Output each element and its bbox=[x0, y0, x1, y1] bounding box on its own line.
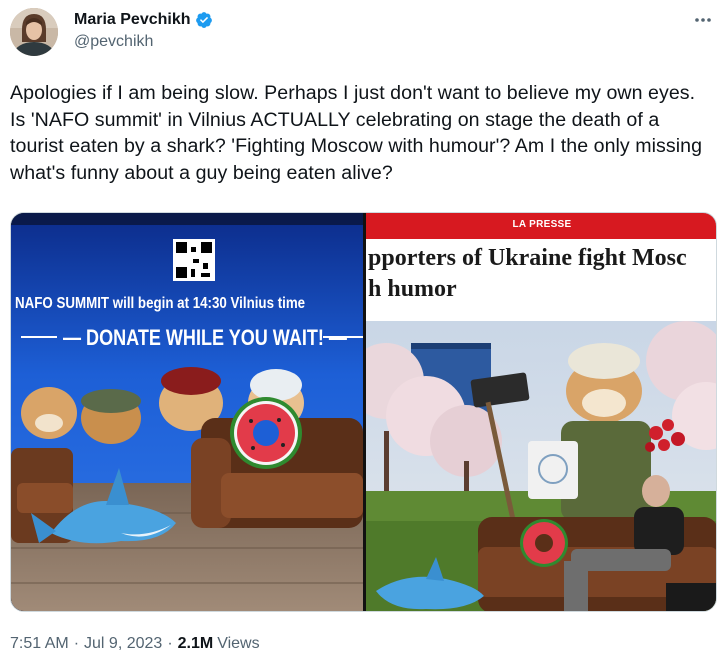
publication-name: LA PRESSE bbox=[512, 219, 572, 230]
meta-separator: · bbox=[73, 635, 80, 652]
tweet-media[interactable]: NAFO SUMMIT will begin at 14:30 Vilnius … bbox=[10, 212, 717, 612]
views-count[interactable]: 2.1M bbox=[178, 635, 214, 653]
views-label: Views bbox=[217, 635, 260, 652]
stage-screen-donate: — DONATE WHILE YOU WAIT! — bbox=[63, 325, 347, 350]
stage-screen-start-time: NAFO SUMMIT will begin at 14:30 Vilnius … bbox=[15, 295, 306, 312]
tweet-header: Maria Pevchikh @pevchikh bbox=[10, 8, 717, 56]
avatar[interactable] bbox=[10, 8, 58, 56]
tweet-date[interactable]: Jul 9, 2023 bbox=[84, 635, 162, 653]
article-headline-line2: h humor bbox=[368, 276, 457, 302]
tweet-meta: 7:51 AM · Jul 9, 2023 · 2.1M Views bbox=[10, 635, 260, 653]
tweet-time[interactable]: 7:51 AM bbox=[10, 635, 69, 653]
tweet-text: Apologies if I am being slow. Perhaps I … bbox=[10, 82, 703, 184]
media-image-stage[interactable]: NAFO SUMMIT will begin at 14:30 Vilnius … bbox=[11, 213, 363, 611]
meta-separator-2: · bbox=[167, 635, 173, 652]
author-display-name[interactable]: Maria Pevchikh bbox=[74, 11, 191, 29]
author-handle[interactable]: @pevchikh bbox=[74, 33, 213, 51]
verified-badge-icon bbox=[195, 11, 213, 29]
more-options-icon[interactable] bbox=[693, 10, 713, 30]
article-headline-line1: pporters of Ukraine fight Mosc bbox=[368, 245, 687, 271]
media-image-article[interactable]: LA PRESSE pporters of Ukraine fight Mosc… bbox=[366, 213, 716, 611]
author-names: Maria Pevchikh @pevchikh bbox=[74, 9, 213, 51]
article-headline: pporters of Ukraine fight Mosc h humor bbox=[368, 243, 716, 305]
